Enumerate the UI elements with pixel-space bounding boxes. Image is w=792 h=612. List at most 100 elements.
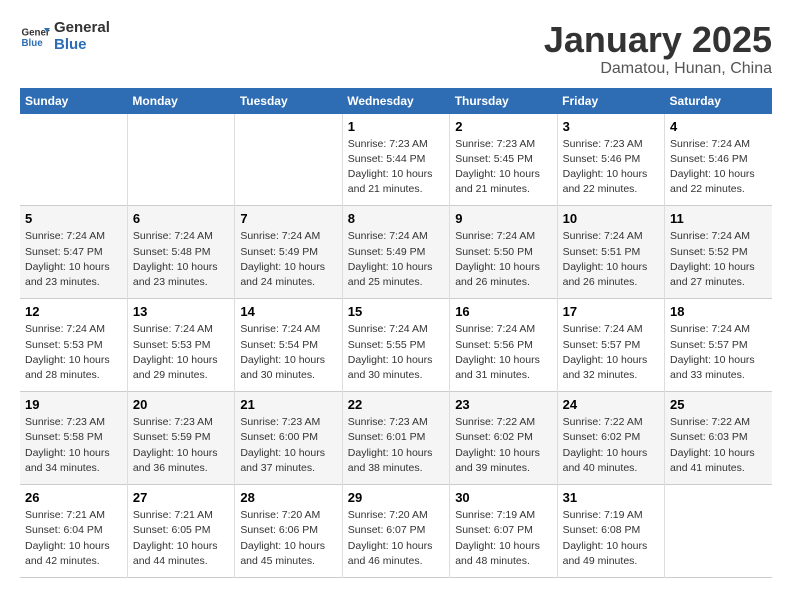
- day-info: Sunrise: 7:22 AM Sunset: 6:02 PM Dayligh…: [455, 415, 551, 476]
- day-info: Sunrise: 7:24 AM Sunset: 5:49 PM Dayligh…: [348, 229, 444, 290]
- calendar-title: January 2025: [544, 20, 772, 60]
- week-row-4: 19Sunrise: 7:23 AM Sunset: 5:58 PM Dayli…: [20, 392, 772, 485]
- logo-icon: General Blue: [20, 22, 50, 52]
- day-info: Sunrise: 7:20 AM Sunset: 6:06 PM Dayligh…: [240, 508, 336, 569]
- day-info: Sunrise: 7:19 AM Sunset: 6:08 PM Dayligh…: [563, 508, 659, 569]
- day-number: 25: [670, 397, 767, 412]
- day-number: 3: [563, 119, 659, 134]
- header-row: SundayMondayTuesdayWednesdayThursdayFrid…: [20, 88, 772, 114]
- week-row-5: 26 Sunrise: 7:21 AM Sunset: 6:04 PM Dayli…: [20, 485, 772, 578]
- calendar-cell: 17 Sunrise: 7:24 AM Sunset: 5:57 PM Dayli…: [557, 299, 664, 392]
- day-info: Sunrise: 7:24 AM Sunset: 5:53 PM Dayligh…: [25, 322, 122, 383]
- day-number: 4: [670, 119, 767, 134]
- day-info: Sunrise: 7:24 AM Sunset: 5:55 PM Dayligh…: [348, 322, 444, 383]
- day-number: 17: [563, 304, 659, 319]
- calendar-cell: 21 Sunrise: 7:23 AM Sunset: 6:00 PM Dayli…: [235, 392, 342, 485]
- logo-general: General: [54, 20, 110, 37]
- calendar-cell: 26 Sunrise: 7:21 AM Sunset: 6:04 PM Dayli…: [20, 485, 127, 578]
- day-info: Sunrise: 7:23 AM Sunset: 6:00 PM Dayligh…: [240, 415, 336, 476]
- day-number: 21: [240, 397, 336, 412]
- header: General Blue General Blue January 2025 D…: [20, 20, 772, 78]
- day-number: 1: [348, 119, 444, 134]
- day-info: Sunrise: 7:24 AM Sunset: 5:57 PM Dayligh…: [563, 322, 659, 383]
- column-header-saturday: Saturday: [665, 88, 772, 114]
- day-number: 13: [133, 304, 229, 319]
- calendar-cell: 30 Sunrise: 7:19 AM Sunset: 6:07 PM Dayli…: [450, 485, 557, 578]
- calendar-cell: 9 Sunrise: 7:24 AM Sunset: 5:50 PM Daylig…: [450, 206, 557, 299]
- day-info: Sunrise: 7:24 AM Sunset: 5:49 PM Dayligh…: [240, 229, 336, 290]
- logo: General Blue General Blue: [20, 20, 110, 53]
- calendar-cell: 25 Sunrise: 7:22 AM Sunset: 6:03 PM Dayli…: [665, 392, 772, 485]
- calendar-cell: 28 Sunrise: 7:20 AM Sunset: 6:06 PM Dayli…: [235, 485, 342, 578]
- day-info: Sunrise: 7:24 AM Sunset: 5:50 PM Dayligh…: [455, 229, 551, 290]
- day-number: 10: [563, 211, 659, 226]
- day-info: Sunrise: 7:24 AM Sunset: 5:48 PM Dayligh…: [133, 229, 229, 290]
- svg-text:Blue: Blue: [22, 38, 44, 49]
- day-number: 14: [240, 304, 336, 319]
- calendar-cell: 11Sunrise: 7:24 AM Sunset: 5:52 PM Dayli…: [665, 206, 772, 299]
- calendar-cell: 27 Sunrise: 7:21 AM Sunset: 6:05 PM Dayli…: [127, 485, 234, 578]
- calendar-cell: [20, 114, 127, 206]
- day-info: Sunrise: 7:24 AM Sunset: 5:56 PM Dayligh…: [455, 322, 551, 383]
- day-info: Sunrise: 7:24 AM Sunset: 5:53 PM Dayligh…: [133, 322, 229, 383]
- day-number: 5: [25, 211, 122, 226]
- week-row-3: 12 Sunrise: 7:24 AM Sunset: 5:53 PM Dayli…: [20, 299, 772, 392]
- column-header-wednesday: Wednesday: [342, 88, 449, 114]
- week-row-2: 5 Sunrise: 7:24 AM Sunset: 5:47 PM Daylig…: [20, 206, 772, 299]
- day-number: 12: [25, 304, 122, 319]
- day-info: Sunrise: 7:23 AM Sunset: 5:46 PM Dayligh…: [563, 137, 659, 198]
- day-info: Sunrise: 7:19 AM Sunset: 6:07 PM Dayligh…: [455, 508, 551, 569]
- column-header-monday: Monday: [127, 88, 234, 114]
- calendar-cell: 13 Sunrise: 7:24 AM Sunset: 5:53 PM Dayli…: [127, 299, 234, 392]
- calendar-cell: 16Sunrise: 7:24 AM Sunset: 5:56 PM Dayli…: [450, 299, 557, 392]
- calendar-cell: 23 Sunrise: 7:22 AM Sunset: 6:02 PM Dayli…: [450, 392, 557, 485]
- day-info: Sunrise: 7:24 AM Sunset: 5:51 PM Dayligh…: [563, 229, 659, 290]
- day-info: Sunrise: 7:23 AM Sunset: 5:59 PM Dayligh…: [133, 415, 229, 476]
- day-number: 9: [455, 211, 551, 226]
- day-number: 26: [25, 490, 122, 505]
- calendar-cell: 15 Sunrise: 7:24 AM Sunset: 5:55 PM Dayli…: [342, 299, 449, 392]
- day-info: Sunrise: 7:24 AM Sunset: 5:57 PM Dayligh…: [670, 322, 767, 383]
- day-number: 30: [455, 490, 551, 505]
- calendar-cell: 19Sunrise: 7:23 AM Sunset: 5:58 PM Dayli…: [20, 392, 127, 485]
- day-info: Sunrise: 7:23 AM Sunset: 5:58 PM Dayligh…: [25, 415, 122, 476]
- day-number: 15: [348, 304, 444, 319]
- calendar-cell: 18 Sunrise: 7:24 AM Sunset: 5:57 PM Dayli…: [665, 299, 772, 392]
- day-number: 7: [240, 211, 336, 226]
- calendar-cell: [235, 114, 342, 206]
- day-info: Sunrise: 7:24 AM Sunset: 5:47 PM Dayligh…: [25, 229, 122, 290]
- day-number: 11: [670, 211, 767, 226]
- day-info: Sunrise: 7:23 AM Sunset: 6:01 PM Dayligh…: [348, 415, 444, 476]
- day-info: Sunrise: 7:20 AM Sunset: 6:07 PM Dayligh…: [348, 508, 444, 569]
- calendar-cell: [127, 114, 234, 206]
- day-number: 18: [670, 304, 767, 319]
- day-number: 2: [455, 119, 551, 134]
- calendar-cell: 6 Sunrise: 7:24 AM Sunset: 5:48 PM Daylig…: [127, 206, 234, 299]
- calendar-cell: 1Sunrise: 7:23 AM Sunset: 5:44 PM Daylig…: [342, 114, 449, 206]
- day-info: Sunrise: 7:24 AM Sunset: 5:46 PM Dayligh…: [670, 137, 767, 198]
- day-info: Sunrise: 7:22 AM Sunset: 6:02 PM Dayligh…: [563, 415, 659, 476]
- day-info: Sunrise: 7:21 AM Sunset: 6:04 PM Dayligh…: [25, 508, 122, 569]
- day-info: Sunrise: 7:21 AM Sunset: 6:05 PM Dayligh…: [133, 508, 229, 569]
- calendar-subtitle: Damatou, Hunan, China: [544, 60, 772, 78]
- day-number: 29: [348, 490, 444, 505]
- calendar-cell: 14Sunrise: 7:24 AM Sunset: 5:54 PM Dayli…: [235, 299, 342, 392]
- day-number: 24: [563, 397, 659, 412]
- logo-blue: Blue: [54, 37, 110, 54]
- day-info: Sunrise: 7:23 AM Sunset: 5:45 PM Dayligh…: [455, 137, 551, 198]
- calendar-cell: 5 Sunrise: 7:24 AM Sunset: 5:47 PM Daylig…: [20, 206, 127, 299]
- day-number: 23: [455, 397, 551, 412]
- day-number: 31: [563, 490, 659, 505]
- calendar-cell: 31 Sunrise: 7:19 AM Sunset: 6:08 PM Dayli…: [557, 485, 664, 578]
- calendar-cell: 8 Sunrise: 7:24 AM Sunset: 5:49 PM Daylig…: [342, 206, 449, 299]
- day-number: 6: [133, 211, 229, 226]
- calendar-cell: 22Sunrise: 7:23 AM Sunset: 6:01 PM Dayli…: [342, 392, 449, 485]
- day-info: Sunrise: 7:22 AM Sunset: 6:03 PM Dayligh…: [670, 415, 767, 476]
- day-number: 8: [348, 211, 444, 226]
- day-number: 27: [133, 490, 229, 505]
- day-number: 28: [240, 490, 336, 505]
- column-header-sunday: Sunday: [20, 88, 127, 114]
- column-header-thursday: Thursday: [450, 88, 557, 114]
- calendar-cell: 2 Sunrise: 7:23 AM Sunset: 5:45 PM Daylig…: [450, 114, 557, 206]
- calendar-cell: 4 Sunrise: 7:24 AM Sunset: 5:46 PM Daylig…: [665, 114, 772, 206]
